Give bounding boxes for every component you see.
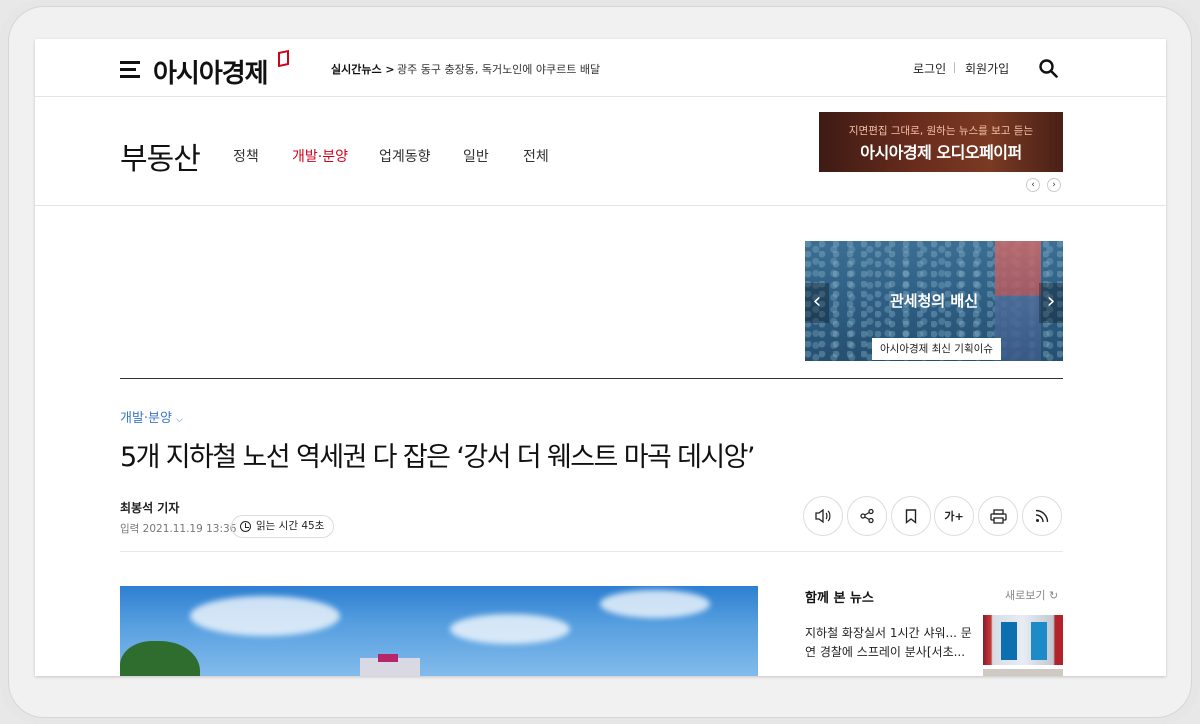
refresh-label: 새로보기 xyxy=(1005,589,1046,602)
top-bar: 아시아경제 실시간뉴스 > 광주 동구 충장동, 독거노인에 야쿠르트 배달 로… xyxy=(35,39,1166,97)
login-link[interactable]: 로그인 xyxy=(913,60,946,77)
refresh-button[interactable]: 새로보기 ↻ xyxy=(1005,587,1058,603)
related-news-thumbnail[interactable] xyxy=(983,615,1063,665)
clock-icon xyxy=(240,521,251,532)
related-news-title: 함께 본 뉴스 xyxy=(805,591,874,606)
menu-icon[interactable] xyxy=(120,61,140,78)
nav-item-development[interactable]: 개발·분양 xyxy=(292,146,348,166)
related-news-thumbnail-2[interactable] xyxy=(983,669,1063,676)
article-divider xyxy=(120,378,1063,379)
article-category[interactable]: 개발·분양 ⌵ xyxy=(120,407,183,426)
banner-next-icon[interactable]: › xyxy=(1047,178,1061,192)
promo-caption: 아시아경제 최신 기획이슈 xyxy=(872,338,1001,360)
nav-item-general[interactable]: 일반 xyxy=(463,146,489,166)
meta-divider xyxy=(120,551,1063,552)
building-roof-shape xyxy=(378,654,398,662)
logo-mark-icon xyxy=(278,49,289,68)
refresh-icon: ↻ xyxy=(1048,589,1059,602)
article-category-label: 개발·분양 xyxy=(120,411,172,426)
rss-icon[interactable] xyxy=(1022,496,1062,536)
site-logo[interactable]: 아시아경제 xyxy=(153,53,269,90)
search-icon[interactable] xyxy=(1038,58,1058,78)
publish-date: 입력 2021.11.19 13:36 xyxy=(120,523,237,535)
section-bar: 부동산 정책 개발·분양 업계동향 일반 전체 지면편집 그대로, 원하는 뉴스… xyxy=(35,97,1166,206)
banner-title: 아시아경제 오디오페이퍼 xyxy=(860,143,1022,162)
banner-subtitle: 지면편집 그대로, 원하는 뉴스를 보고 듣는 xyxy=(848,125,1034,137)
article-headline: 5개 지하철 노선 역세권 다 잡은 ‘강서 더 웨스트 마곡 데시앙’ xyxy=(120,442,755,473)
speaker-icon[interactable] xyxy=(803,496,843,536)
nav-item-policy[interactable]: 정책 xyxy=(233,146,259,166)
read-time-text: 읽는 시간 45초 xyxy=(256,520,325,532)
font-size-label: 가+ xyxy=(944,510,964,523)
reporter-name[interactable]: 최봉석 기자 xyxy=(120,499,179,516)
cloud-shape xyxy=(190,596,340,636)
bookmark-icon[interactable] xyxy=(891,496,931,536)
related-news-item-text[interactable]: 지하철 화장실서 1시간 샤워... 문 연 경찰에 스프레이 분사[서초... xyxy=(805,624,975,662)
nav-item-all[interactable]: 전체 xyxy=(523,146,549,166)
share-icon[interactable] xyxy=(847,496,887,536)
thumbnail-door-shape xyxy=(1031,622,1047,660)
cloud-shape xyxy=(600,590,710,618)
audio-paper-banner[interactable]: 지면편집 그대로, 원하는 뉴스를 보고 듣는 아시아경제 오디오페이퍼 xyxy=(819,112,1063,172)
thumbnail-door-shape xyxy=(1001,622,1017,660)
cloud-shape xyxy=(450,614,570,644)
live-news-label[interactable]: 실시간뉴스 > xyxy=(331,61,395,77)
read-time-badge: 읽는 시간 45초 xyxy=(231,515,335,538)
section-title[interactable]: 부동산 xyxy=(120,134,201,178)
promo-title: 관세청의 배신 xyxy=(889,292,979,310)
chevron-down-icon: ⌵ xyxy=(176,415,183,425)
tree-shape xyxy=(120,641,200,676)
special-report-promo[interactable]: ‹ › 관세청의 배신 아시아경제 최신 기획이슈 xyxy=(805,241,1063,361)
live-news-headline[interactable]: 광주 동구 충장동, 독거노인에 야쿠르트 배달 xyxy=(397,61,600,77)
signup-link[interactable]: 회원가입 xyxy=(965,60,1009,77)
nav-item-industry[interactable]: 업계동향 xyxy=(379,146,431,166)
font-size-button[interactable]: 가+ xyxy=(934,496,974,536)
header-divider xyxy=(954,62,955,73)
web-page: 아시아경제 실시간뉴스 > 광주 동구 충장동, 독거노인에 야쿠르트 배달 로… xyxy=(35,39,1166,676)
article-main-image[interactable] xyxy=(120,586,758,676)
banner-prev-icon[interactable]: ‹ xyxy=(1026,178,1040,192)
print-icon[interactable] xyxy=(978,496,1018,536)
